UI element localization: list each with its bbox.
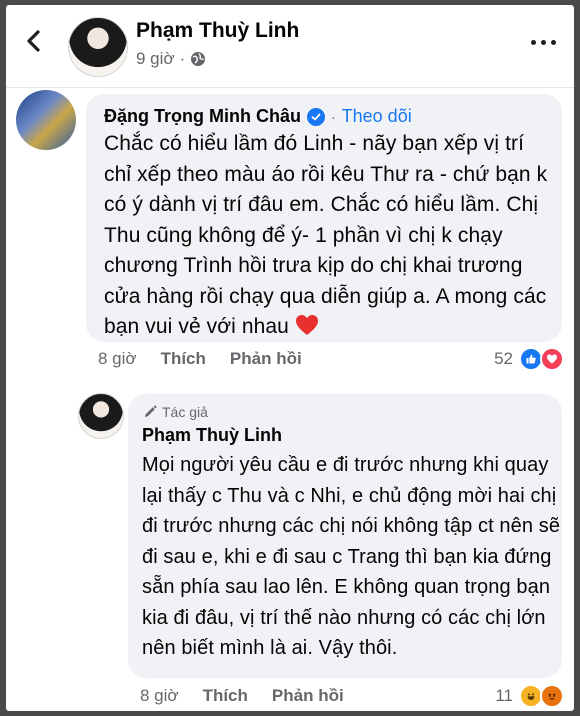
comment-author-row: Đặng Trọng Minh Châu · Theo dõi — [104, 106, 412, 127]
follow-button[interactable]: Theo dõi — [342, 106, 412, 127]
like-button[interactable]: Thích — [161, 349, 206, 369]
reply-like-button[interactable]: Thích — [203, 686, 248, 706]
author-badge-label: Tác giả — [162, 404, 208, 420]
reply-time[interactable]: 8 giờ — [140, 686, 179, 706]
meta-separator: · — [179, 49, 186, 68]
pen-icon — [145, 405, 157, 417]
comment-text: Chắc có hiểu lầm đó Linh - nãy bạn xếp v… — [104, 129, 554, 343]
reply-author-name[interactable]: Phạm Thuỳ Linh — [142, 425, 282, 446]
reply-actions: 8 giờ Thích Phản hồi — [140, 686, 344, 706]
facebook-comment-thread: Phạm Thuỳ Linh 9 giờ · Đặng Trọng Minh C… — [6, 5, 574, 711]
verified-badge-icon — [306, 107, 325, 126]
chevron-left-icon — [27, 30, 40, 52]
comment-time[interactable]: 8 giờ — [98, 349, 137, 369]
commenter-avatar[interactable] — [16, 90, 76, 150]
reply-text: Mọi người yêu cầu e đi trước nhưng khi q… — [142, 454, 561, 659]
post-header: Phạm Thuỳ Linh 9 giờ · — [6, 5, 574, 88]
heart-icon — [295, 315, 318, 335]
angry-reaction-icon — [540, 684, 564, 708]
post-meta: 9 giờ · — [136, 49, 206, 69]
reaction-summary[interactable]: 52 — [494, 347, 564, 371]
dot-icon — [540, 39, 546, 45]
separator: · — [330, 108, 336, 125]
comment-author-name[interactable]: Đặng Trọng Minh Châu — [104, 106, 301, 127]
reply-reaction-count: 11 — [495, 686, 513, 705]
author-badge: Tác giả — [142, 404, 208, 420]
reply-bubble: Tác giả Phạm Thuỳ Linh Mọi người yêu cầu… — [128, 394, 562, 678]
post-author-name[interactable]: Phạm Thuỳ Linh — [136, 19, 299, 43]
back-button[interactable] — [20, 27, 48, 55]
reply-author-avatar[interactable] — [78, 393, 124, 439]
reply-reply-button[interactable]: Phản hồi — [272, 686, 344, 706]
reply-reaction-summary[interactable]: 11 — [495, 684, 564, 708]
comment-text-content: Chắc có hiểu lầm đó Linh - nãy bạn xếp v… — [104, 132, 548, 338]
dot-icon — [550, 39, 556, 45]
post-time[interactable]: 9 giờ — [136, 49, 175, 69]
reaction-count: 52 — [494, 349, 513, 368]
more-options-button[interactable] — [526, 33, 560, 51]
post-author-avatar[interactable] — [68, 17, 128, 77]
globe-icon — [191, 52, 206, 66]
love-reaction-icon — [540, 347, 564, 371]
comment-actions: 8 giờ Thích Phản hồi — [98, 349, 302, 369]
comment-bubble: Đặng Trọng Minh Châu · Theo dõi Chắc có … — [86, 94, 562, 342]
reply-button[interactable]: Phản hồi — [230, 349, 302, 369]
dot-icon — [530, 39, 536, 45]
